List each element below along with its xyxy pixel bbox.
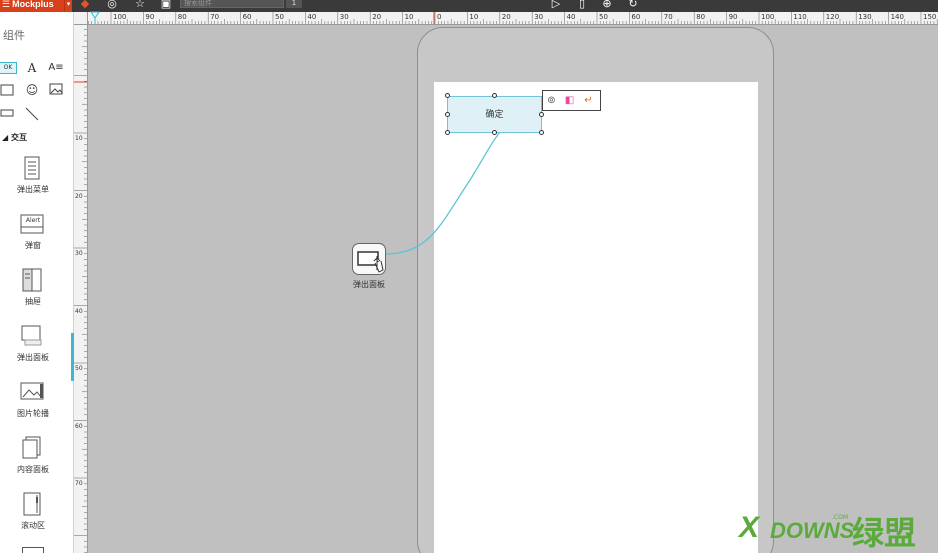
popup-panel-node[interactable] — [352, 243, 386, 275]
resize-handle[interactable] — [539, 130, 544, 135]
resize-handle[interactable] — [539, 112, 544, 117]
resize-handle[interactable] — [492, 130, 497, 135]
resize-handle[interactable] — [445, 93, 450, 98]
watermark-cn: 绿盟 — [852, 514, 917, 552]
interaction-link-line — [383, 98, 551, 255]
element-action-bar: ⊚ ◧ ↵ — [542, 90, 601, 111]
popup-node-label: 弹出面板 — [353, 280, 385, 289]
resize-handle[interactable] — [445, 130, 450, 135]
watermark-com: .COM — [832, 514, 848, 521]
note-icon[interactable]: ◧ — [563, 94, 576, 107]
confirm-button[interactable]: 确定 — [447, 96, 542, 133]
watermark-text: DOWNS — [770, 518, 855, 543]
link-target-icon[interactable]: ⊚ — [545, 94, 558, 107]
return-arrow-icon[interactable]: ↵ — [582, 94, 595, 107]
resize-handle[interactable] — [445, 112, 450, 117]
watermark-x: X — [739, 511, 760, 544]
popup-panel-icon — [357, 251, 384, 273]
resize-handle[interactable] — [492, 93, 497, 98]
